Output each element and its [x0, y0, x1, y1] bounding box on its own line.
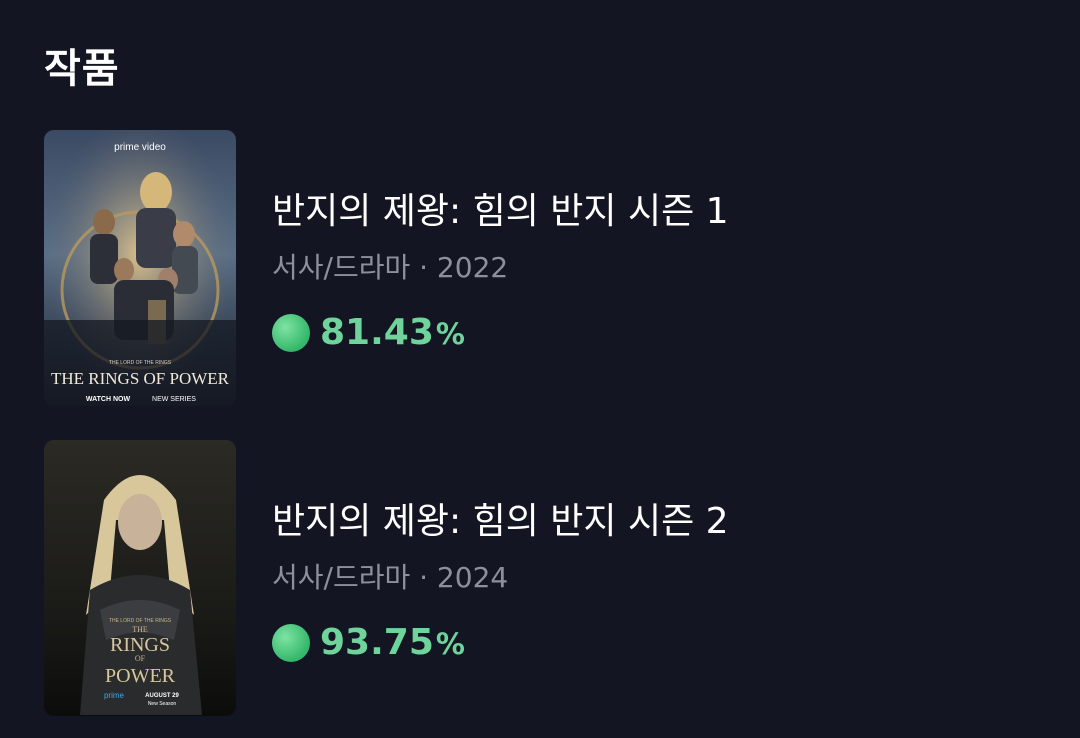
poster-footer-right: NEW SERIES	[152, 396, 196, 403]
poster-kicker: THE LORD OF THE RINGS	[109, 618, 172, 624]
score-row: 93.75%	[272, 622, 465, 663]
poster-footer-left: WATCH NOW	[86, 396, 131, 403]
item-meta: 서사/드라마 · 2024	[272, 561, 509, 594]
score-value: 93.75%	[320, 622, 465, 663]
status-dot-icon	[272, 623, 310, 662]
poster-brand: prime	[104, 691, 125, 700]
section-title: 작품	[44, 46, 120, 92]
poster-kicker: THE LORD OF THE RINGS	[109, 360, 172, 366]
poster-logo-line3: OF	[135, 654, 146, 663]
poster-logo-line2: RINGS	[110, 634, 170, 656]
poster-logo: THE RINGS OF POWER	[51, 369, 230, 388]
poster-brand: prime video	[114, 142, 166, 153]
item-title[interactable]: 반지의 제왕: 힘의 반지 시즌 2	[272, 492, 729, 544]
poster-logo-line1: THE	[132, 625, 148, 634]
poster-date: AUGUST 29	[145, 693, 179, 699]
score-row: 81.43%	[272, 312, 465, 353]
poster-art: THE LORD OF THE RINGS THE RINGS OF POWER…	[44, 440, 236, 716]
poster-logo-line4: POWER	[105, 665, 176, 687]
status-dot-icon	[272, 313, 310, 352]
poster-image[interactable]: THE LORD OF THE RINGS THE RINGS OF POWER…	[44, 440, 236, 716]
poster-image[interactable]: prime video THE LORD OF THE RINGS THE RI…	[44, 130, 236, 406]
list-item[interactable]: THE LORD OF THE RINGS THE RINGS OF POWER…	[44, 440, 1024, 718]
list-item[interactable]: prime video THE LORD OF THE RINGS THE RI…	[44, 130, 1024, 408]
item-title[interactable]: 반지의 제왕: 힘의 반지 시즌 1	[272, 182, 729, 234]
poster-date-sub: New Season	[148, 701, 177, 707]
score-value: 81.43%	[320, 312, 465, 353]
item-meta: 서사/드라마 · 2022	[272, 251, 509, 284]
poster-art: prime video THE LORD OF THE RINGS THE RI…	[44, 130, 236, 406]
